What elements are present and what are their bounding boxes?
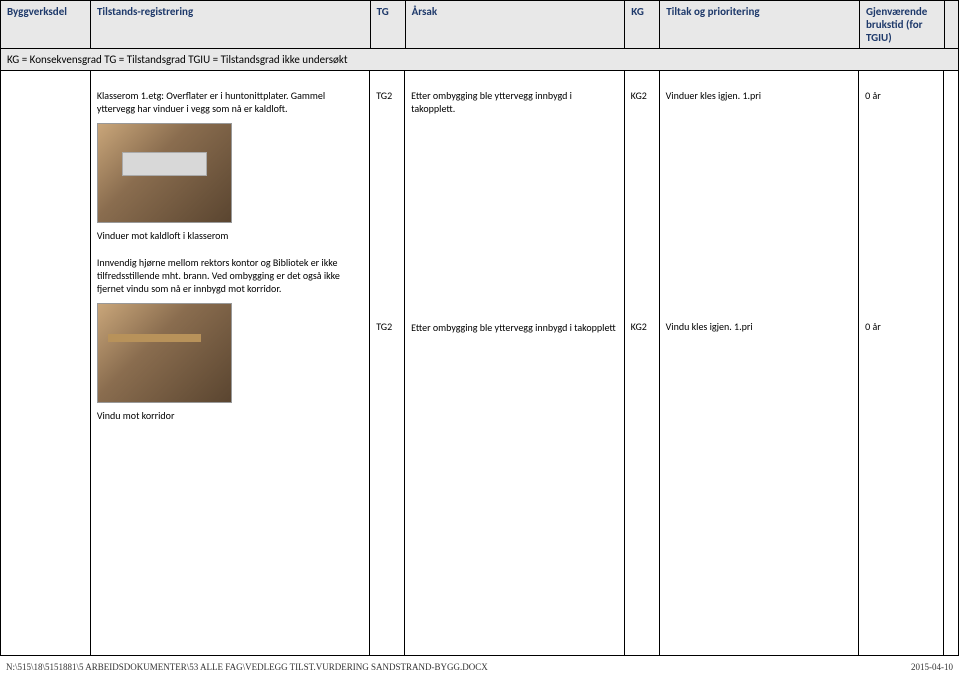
col-tg: TG (370, 1, 405, 49)
col-byggverksdel: Byggverksdel (1, 1, 91, 49)
cell-last (944, 71, 958, 655)
row2-tg: TG2 (376, 320, 398, 333)
cell-tiltak: Vinduer kles igjen. 1.pri Vindu kles igj… (660, 71, 860, 655)
row2-caption: Vindu mot korridor (97, 409, 363, 422)
cell-tilstand: Klasserom 1.etg: Overflater er i huntoni… (91, 71, 370, 655)
row2-brukstid: 0 år (865, 320, 937, 333)
legend-cell: KG = Konsekvensgrad TG = Tilstandsgrad T… (1, 49, 959, 71)
row1-photo (97, 123, 232, 223)
row2-photo (97, 303, 232, 403)
col-kg: KG (625, 1, 660, 49)
footer-date: 2015-04-10 (911, 662, 953, 672)
header-table: Byggverksdel Tilstands-registrering TG Å… (0, 0, 959, 71)
col-last (944, 1, 958, 49)
col-arsak: Årsak (405, 1, 625, 49)
row1-tiltak: Vinduer kles igjen. 1.pri (666, 89, 853, 102)
col-brukstid: Gjenværende brukstid (for TGIU) (859, 1, 944, 49)
cell-tg: TG2 TG2 (370, 71, 405, 655)
row1-kg: KG2 (631, 89, 653, 102)
col-tiltak: Tiltak og prioritering (660, 1, 860, 49)
footer-path: N:\515\18\5151881\5 ARBEIDSDOKUMENTER\53… (6, 662, 488, 672)
row2-block: Innvendig hjørne mellom rektors kontor o… (97, 256, 363, 422)
row1-tilstand-text: Klasserom 1.etg: Overflater er i huntoni… (97, 89, 363, 115)
cell-arsak: Etter ombygging ble yttervegg innbygd i … (405, 71, 625, 655)
col-tilstand: Tilstands-registrering (90, 1, 370, 49)
content-inner: Klasserom 1.etg: Overflater er i huntoni… (1, 71, 958, 655)
row1-arsak: Etter ombygging ble yttervegg innbygd i … (411, 89, 618, 115)
row1-caption: Vinduer mot kaldloft i klasserom (97, 229, 363, 242)
header-row-labels: Byggverksdel Tilstands-registrering TG Å… (1, 1, 959, 49)
row1-tg: TG2 (376, 89, 398, 102)
cell-kg: KG2 KG2 (625, 71, 660, 655)
row1-brukstid: 0 år (865, 89, 937, 102)
row2-tiltak: Vindu kles igjen. 1.pri (666, 320, 853, 333)
cell-byggverksdel (1, 71, 91, 655)
footer: N:\515\18\5151881\5 ARBEIDSDOKUMENTER\53… (0, 662, 959, 672)
cell-brukstid: 0 år 0 år (859, 71, 944, 655)
row2-arsak: Etter ombygging ble yttervegg innbygd i … (411, 321, 618, 334)
content-wrapper: Klasserom 1.etg: Overflater er i huntoni… (0, 71, 959, 656)
row2-kg: KG2 (631, 320, 653, 333)
header-row-legend: KG = Konsekvensgrad TG = Tilstandsgrad T… (1, 49, 959, 71)
row2-tilstand-text: Innvendig hjørne mellom rektors kontor o… (97, 256, 363, 295)
